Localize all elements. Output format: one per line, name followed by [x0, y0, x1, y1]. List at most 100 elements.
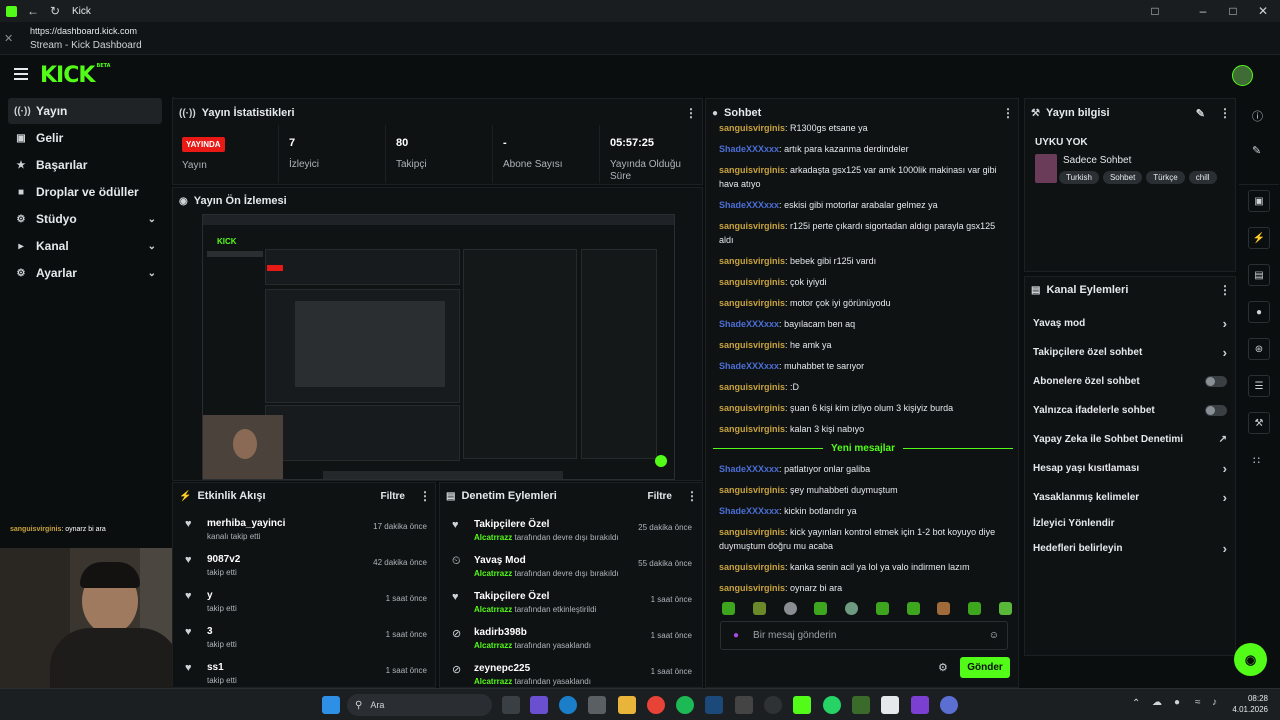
chat-username[interactable]: ShadeXXXxxx: [719, 144, 779, 154]
action-takipci-sohbet[interactable]: Takipçilere özel sohbet ›: [1025, 338, 1235, 367]
action-izleyici-yonlendir[interactable]: İzleyici Yönlendir: [1025, 512, 1235, 534]
clock[interactable]: 08:28 4.01.2026: [1228, 694, 1268, 714]
chevron-up-icon[interactable]: ⌃: [1132, 698, 1140, 709]
moderator-name[interactable]: Alcatrrazz: [474, 677, 512, 686]
activity-user[interactable]: y: [207, 590, 237, 601]
chat-input[interactable]: ● Bir mesaj gönderin ☺: [720, 621, 1008, 650]
moderator-name[interactable]: Alcatrrazz: [474, 605, 512, 614]
emote-icon[interactable]: [906, 602, 920, 615]
chat-settings-icon[interactable]: ⚙: [938, 661, 948, 674]
chat-username[interactable]: ShadeXXXxxx: [719, 319, 779, 329]
broadcast-icon[interactable]: ⊛: [1248, 338, 1270, 360]
chat-username[interactable]: sanguisvirginis: [719, 165, 785, 175]
document-icon[interactable]: ▤: [1248, 264, 1270, 286]
moderation-row[interactable]: ⊘ kadirb398b Alcatrrazz tarafından yasakla…: [452, 627, 692, 663]
chat-username[interactable]: ShadeXXXxxx: [719, 200, 779, 210]
network-icon[interactable]: ☁: [1152, 697, 1162, 708]
chat-username[interactable]: sanguisvirginis: [719, 527, 785, 537]
activity-user[interactable]: 9087v2: [207, 554, 240, 565]
chat-username[interactable]: sanguisvirginis: [719, 277, 785, 287]
moderation-row[interactable]: ♥ Takipçilere Özel Alcatrrazz tarafından e…: [452, 591, 692, 627]
emote-icon[interactable]: [814, 602, 828, 615]
emote-icon[interactable]: [752, 602, 766, 615]
maximize-icon[interactable]: □: [1222, 0, 1244, 22]
chat-username[interactable]: sanguisvirginis: [719, 424, 785, 434]
back-icon[interactable]: ←: [22, 0, 44, 22]
lightning-icon[interactable]: ⚡: [1248, 227, 1270, 249]
subscribers-only-toggle[interactable]: [1205, 376, 1227, 387]
emote-icon[interactable]: [998, 602, 1012, 615]
action-yasakli-kelimeler[interactable]: Yasaklanmış kelimeler ›: [1025, 483, 1235, 512]
send-button[interactable]: Gönder: [960, 657, 1010, 678]
activity-row[interactable]: ♥ merhiba_yayinci kanalı takip etti 17 daki…: [185, 518, 427, 554]
activity-row[interactable]: ♥ 3 takip etti 1 saat önce: [185, 626, 427, 662]
activity-row[interactable]: ♥ ss1 takip etti 1 saat önce: [185, 662, 427, 687]
moderation-row[interactable]: ♥ Takipçilere Özel Alcatrrazz tarafından d…: [452, 519, 692, 555]
volume-icon[interactable]: ♪: [1212, 697, 1217, 708]
chat-username[interactable]: ShadeXXXxxx: [719, 361, 779, 371]
app-icon[interactable]: [735, 696, 753, 714]
close-window-icon[interactable]: ✕: [1252, 0, 1274, 22]
more-options-icon[interactable]: ⋮: [1219, 106, 1231, 120]
emote-icon[interactable]: [875, 602, 889, 615]
activity-filter-button[interactable]: Filtre: [381, 491, 405, 502]
more-options-icon[interactable]: ⋮: [686, 489, 698, 503]
emote-icon[interactable]: [968, 602, 982, 615]
sidebar-item-kanal[interactable]: ▸ Kanal ⌄: [8, 233, 162, 259]
info-icon[interactable]: ⓘ: [1252, 108, 1263, 124]
wifi-icon[interactable]: ≈: [1195, 697, 1201, 708]
obs-icon[interactable]: [764, 696, 782, 714]
moderator-name[interactable]: Alcatrrazz: [474, 641, 512, 650]
emotes-only-toggle[interactable]: [1205, 405, 1227, 416]
more-options-icon[interactable]: ⋮: [1219, 283, 1231, 297]
sidebar-item-yayin[interactable]: ((·)) Yayın: [8, 98, 162, 124]
store-icon[interactable]: [588, 696, 606, 714]
app-icon[interactable]: [911, 696, 929, 714]
chat-bubble-icon[interactable]: ●: [1248, 301, 1270, 323]
support-headset-icon[interactable]: ◉: [1234, 643, 1267, 676]
task-view-icon[interactable]: [502, 696, 520, 714]
sidebar-item-gelir[interactable]: ▣ Gelir: [8, 125, 162, 151]
moderator-name[interactable]: Alcatrrazz: [474, 533, 512, 542]
sidebar-item-droplar[interactable]: ■ Droplar ve ödüller: [8, 179, 162, 205]
app-icon[interactable]: [940, 696, 958, 714]
sidebar-item-basarilar[interactable]: ★ Başarılar: [8, 152, 162, 178]
windows-start-icon[interactable]: [322, 696, 340, 714]
wrench-icon[interactable]: ⚒: [1248, 412, 1270, 434]
taskbar-search[interactable]: ⚲ Ara: [347, 694, 492, 716]
chat-username[interactable]: sanguisvirginis: [719, 340, 785, 350]
app-icon[interactable]: [530, 696, 548, 714]
spotify-icon[interactable]: [676, 696, 694, 714]
microphone-icon[interactable]: ●: [733, 630, 739, 641]
emote-icon[interactable]: [722, 602, 735, 615]
apps-icon[interactable]: ∷: [1253, 454, 1260, 467]
moderation-row[interactable]: ⏲ Yavaş Mod Alcatrrazz tarafından devre dı…: [452, 555, 692, 591]
menu-icon[interactable]: [14, 68, 28, 80]
steam-icon[interactable]: [705, 696, 723, 714]
moderator-name[interactable]: Alcatrrazz: [474, 569, 512, 578]
list-icon[interactable]: ☰: [1248, 375, 1270, 397]
folder-icon[interactable]: [618, 696, 636, 714]
activity-row[interactable]: ♥ y takip etti 1 saat önce: [185, 590, 427, 626]
avatar[interactable]: [1232, 65, 1253, 86]
chat-username[interactable]: sanguisvirginis: [719, 583, 785, 593]
chrome-icon[interactable]: [647, 696, 665, 714]
close-icon[interactable]: ✕: [4, 32, 13, 45]
chat-username[interactable]: sanguisvirginis: [719, 382, 785, 392]
activity-user[interactable]: merhiba_yayinci: [207, 518, 285, 529]
chat-username[interactable]: sanguisvirginis: [719, 256, 785, 266]
nvidia-icon[interactable]: [852, 696, 870, 714]
more-options-icon[interactable]: ⋮: [685, 106, 697, 120]
app-icon[interactable]: [881, 696, 899, 714]
edge-icon[interactable]: [559, 696, 577, 714]
stream-category[interactable]: Sadece Sohbet: [1063, 155, 1131, 166]
emote-icon[interactable]: [783, 602, 797, 615]
action-hesap-yasi[interactable]: Hesap yaşı kısıtlaması ›: [1025, 454, 1235, 483]
chat-username[interactable]: sanguisvirginis: [719, 123, 785, 133]
chat-username[interactable]: sanguisvirginis: [719, 485, 785, 495]
edit-icon[interactable]: ✎: [1252, 144, 1261, 157]
moderation-filter-button[interactable]: Filtre: [648, 491, 672, 502]
chat-username[interactable]: sanguisvirginis: [719, 562, 785, 572]
emote-icon[interactable]: [937, 602, 951, 615]
microphone-icon[interactable]: ●: [1174, 697, 1180, 708]
